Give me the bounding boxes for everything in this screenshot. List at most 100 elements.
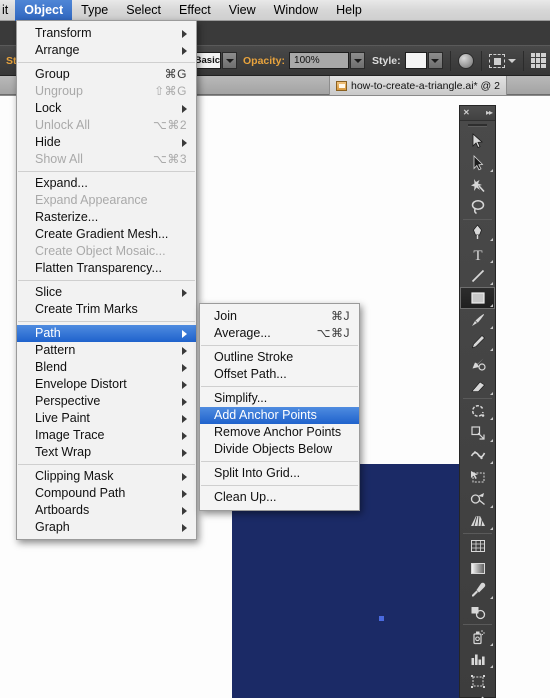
menu-entry-hide[interactable]: Hide xyxy=(17,134,196,151)
tool-gradient[interactable] xyxy=(460,557,495,579)
tool-eyedropper[interactable] xyxy=(460,579,495,601)
menu-entry-group[interactable]: Group ⌘G xyxy=(17,66,196,83)
tools-divider xyxy=(463,398,492,399)
tools-panel: ✕ ▸▸ T xyxy=(459,105,496,698)
submenu-entry-remove-anchor-points[interactable]: Remove Anchor Points xyxy=(200,424,359,441)
opacity-mask-icon[interactable] xyxy=(457,52,474,69)
tool-selection[interactable] xyxy=(460,130,495,152)
submenu-entry-clean-up[interactable]: Clean Up... xyxy=(200,489,359,506)
tool-pen[interactable] xyxy=(460,221,495,243)
menu-item-effect[interactable]: Effect xyxy=(170,0,220,21)
tools-divider xyxy=(463,533,492,534)
tool-eraser[interactable] xyxy=(460,375,495,397)
menu-entry-live-paint[interactable]: Live Paint xyxy=(17,410,196,427)
tool-pencil[interactable] xyxy=(460,331,495,353)
grid-cell xyxy=(530,58,535,63)
submenu-entry-offset-path[interactable]: Offset Path... xyxy=(200,366,359,383)
tool-line-segment[interactable] xyxy=(460,265,495,287)
menu-entry-path[interactable]: Path xyxy=(17,325,196,342)
divider xyxy=(449,50,451,71)
menu-entry-create-trim-marks[interactable]: Create Trim Marks xyxy=(17,301,196,318)
tool-symbol-sprayer[interactable] xyxy=(460,626,495,648)
menu-item-window[interactable]: Window xyxy=(265,0,327,21)
menu-entry-clipping-mask[interactable]: Clipping Mask xyxy=(17,468,196,485)
tool-paintbrush[interactable] xyxy=(460,309,495,331)
menu-entry-arrange[interactable]: Arrange xyxy=(17,42,196,59)
chevron-down-icon[interactable] xyxy=(507,58,516,63)
menu-entry-slice[interactable]: Slice xyxy=(17,284,196,301)
menu-entry-flatten-transparency[interactable]: Flatten Transparency... xyxy=(17,260,196,277)
menu-entry-transform[interactable]: Transform xyxy=(17,25,196,42)
tool-blob-brush[interactable] xyxy=(460,353,495,375)
submenu-entry-simplify[interactable]: Simplify... xyxy=(200,390,359,407)
opacity-input[interactable]: 100% xyxy=(289,52,350,69)
grid-cell xyxy=(535,53,541,58)
menu-entry-image-trace[interactable]: Image Trace xyxy=(17,427,196,444)
style-swatch[interactable] xyxy=(404,52,427,69)
menu-entry-graph[interactable]: Graph xyxy=(17,519,196,536)
menu-separator xyxy=(18,171,195,172)
menu-entry-envelope-distort[interactable]: Envelope Distort xyxy=(17,376,196,393)
tool-mesh[interactable] xyxy=(460,535,495,557)
grid-cell xyxy=(541,63,546,68)
flyout-indicator xyxy=(490,596,493,599)
opacity-dropdown[interactable] xyxy=(350,52,366,69)
document-tab[interactable]: how-to-create-a-triangle.ai* @ 2 xyxy=(329,76,507,95)
menu-entry-rasterize[interactable]: Rasterize... xyxy=(17,209,196,226)
menu-item-object[interactable]: Object xyxy=(15,0,73,21)
menu-entry-create-gradient-mesh[interactable]: Create Gradient Mesh... xyxy=(17,226,196,243)
tool-column-graph[interactable] xyxy=(460,648,495,670)
close-icon[interactable]: ✕ xyxy=(463,109,470,117)
submenu-entry-join[interactable]: Join ⌘J xyxy=(200,308,359,325)
menu-entry-lock[interactable]: Lock xyxy=(17,100,196,117)
tool-blend[interactable] xyxy=(460,601,495,623)
style-dropdown[interactable] xyxy=(427,52,443,69)
stroke-profile-dropdown[interactable] xyxy=(222,52,237,69)
tool-scale[interactable] xyxy=(460,422,495,444)
submenu-arrow-icon xyxy=(182,472,187,481)
tool-direct-selection[interactable] xyxy=(460,152,495,174)
tool-slice[interactable] xyxy=(460,692,495,698)
submenu-entry-add-anchor-points[interactable]: Add Anchor Points xyxy=(200,407,359,424)
menu-entry-perspective[interactable]: Perspective xyxy=(17,393,196,410)
menu-entry-expand[interactable]: Expand... xyxy=(17,175,196,192)
menu-entry-compound-path[interactable]: Compound Path xyxy=(17,485,196,502)
flyout-indicator xyxy=(490,304,493,307)
path-submenu: Join ⌘J Average... ⌥⌘J Outline Stroke Offs… xyxy=(199,303,360,511)
tools-panel-grip[interactable] xyxy=(460,121,495,130)
menu-separator xyxy=(201,461,358,462)
tool-type[interactable]: T xyxy=(460,243,495,265)
submenu-entry-divide-objects-below[interactable]: Divide Objects Below xyxy=(200,441,359,458)
tool-rotate[interactable] xyxy=(460,400,495,422)
menu-item-view[interactable]: View xyxy=(220,0,265,21)
menu-entry-text-wrap[interactable]: Text Wrap xyxy=(17,444,196,461)
menu-entry-pattern[interactable]: Pattern xyxy=(17,342,196,359)
flyout-indicator xyxy=(490,348,493,351)
menu-entry-artboards[interactable]: Artboards xyxy=(17,502,196,519)
tool-magic-wand[interactable] xyxy=(460,174,495,196)
tool-lasso[interactable] xyxy=(460,196,495,218)
shortcut-key: ⌥⌘2 xyxy=(152,118,187,132)
menu-bar: it Object Type Select Effect View Window… xyxy=(0,0,550,21)
divider xyxy=(522,50,524,71)
menu-item-help[interactable]: Help xyxy=(327,0,371,21)
menu-item-type[interactable]: Type xyxy=(72,0,117,21)
submenu-entry-average[interactable]: Average... ⌥⌘J xyxy=(200,325,359,342)
tool-artboard[interactable] xyxy=(460,670,495,692)
tool-width[interactable] xyxy=(460,444,495,466)
flyout-indicator xyxy=(490,238,493,241)
submenu-entry-split-into-grid[interactable]: Split Into Grid... xyxy=(200,465,359,482)
stroke-profile-value: Basic xyxy=(194,55,220,66)
tool-rectangle[interactable] xyxy=(460,287,495,309)
transform-grid-icon[interactable] xyxy=(530,53,546,68)
menu-item-edit-clipped[interactable]: it xyxy=(0,0,15,21)
align-to-icon[interactable] xyxy=(488,53,505,68)
menu-item-select[interactable]: Select xyxy=(117,0,170,21)
chevron-down-icon xyxy=(353,58,362,63)
collapse-icon[interactable]: ▸▸ xyxy=(486,109,493,117)
tool-free-transform[interactable] xyxy=(460,466,495,488)
submenu-entry-outline-stroke[interactable]: Outline Stroke xyxy=(200,349,359,366)
menu-entry-blend[interactable]: Blend xyxy=(17,359,196,376)
tool-shape-builder[interactable] xyxy=(460,488,495,510)
tool-perspective-grid[interactable] xyxy=(460,510,495,532)
